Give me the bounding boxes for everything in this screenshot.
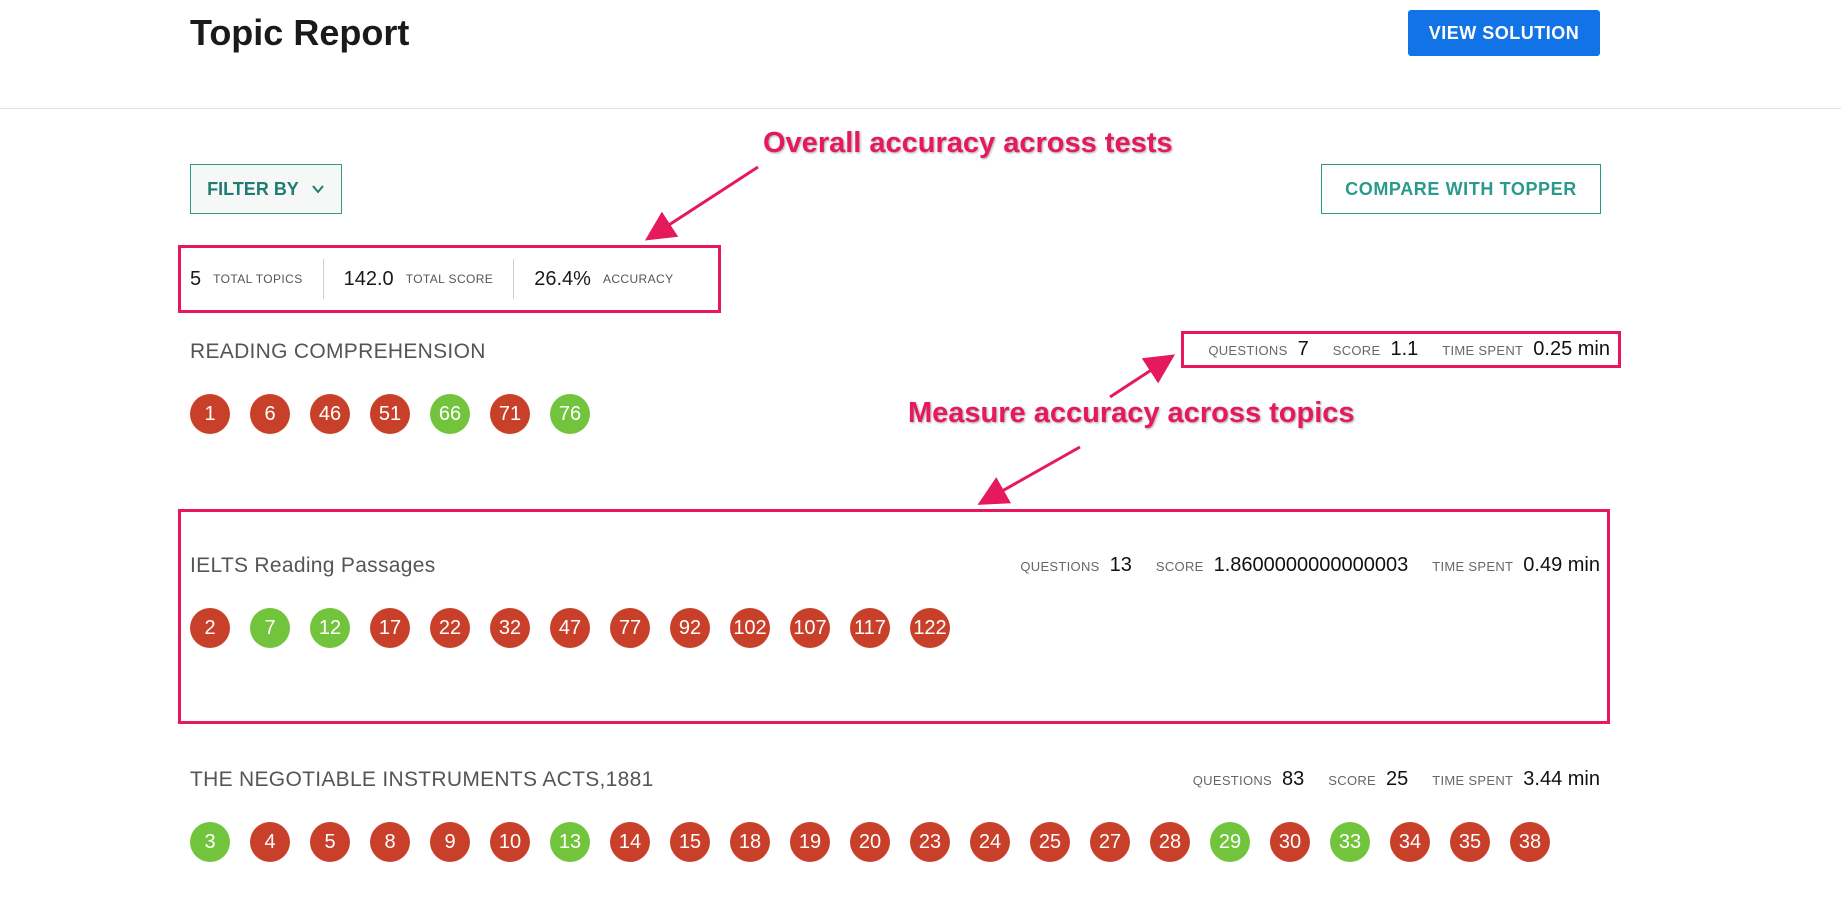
question-bubble[interactable]: 71	[490, 394, 530, 434]
topic-name: READING COMPREHENSION	[190, 340, 486, 363]
question-bubble[interactable]: 51	[370, 394, 410, 434]
question-bubble[interactable]: 19	[790, 822, 830, 862]
annotation-topics-text: Measure accuracy across topics	[908, 397, 1355, 429]
question-bubble[interactable]: 46	[310, 394, 350, 434]
compare-with-topper-button[interactable]: COMPARE WITH TOPPER	[1321, 164, 1601, 214]
time-spent-value: 3.44 min	[1523, 768, 1600, 790]
question-bubble[interactable]: 10	[490, 822, 530, 862]
question-bubble[interactable]: 4	[250, 822, 290, 862]
question-bubble[interactable]: 6	[250, 394, 290, 434]
question-bubble[interactable]: 8	[370, 822, 410, 862]
score-value: 25	[1386, 768, 1409, 790]
question-bubble[interactable]: 34	[1390, 822, 1430, 862]
score-label: SCORE	[1328, 773, 1377, 788]
question-list: 3 4 5 8 9 10 13 14 15 18 19 20 23 24 25 27 28 29 30 33 34 35 3…	[190, 822, 1550, 862]
question-bubble[interactable]: 23	[910, 822, 950, 862]
page-title: Topic Report	[190, 12, 410, 53]
arrow-to-summary	[644, 165, 759, 241]
annotation-box-topic	[178, 509, 1610, 724]
question-bubble[interactable]: 35	[1450, 822, 1490, 862]
topic-name: THE NEGOTIABLE INSTRUMENTS ACTS,1881	[190, 768, 654, 791]
question-bubble[interactable]: 14	[610, 822, 650, 862]
question-bubble[interactable]: 9	[430, 822, 470, 862]
question-bubble[interactable]: 25	[1030, 822, 1070, 862]
page-header: Topic Report VIEW SOLUTION	[0, 0, 1841, 109]
topic-meta: QUESTIONS 83 SCORE 25 TIME SPENT 3.44 mi…	[1193, 768, 1600, 791]
question-bubble[interactable]: 30	[1270, 822, 1310, 862]
annotation-box-topic-meta	[1181, 331, 1621, 368]
view-solution-button[interactable]: VIEW SOLUTION	[1408, 10, 1600, 56]
question-bubble[interactable]: 24	[970, 822, 1010, 862]
questions-label: QUESTIONS	[1192, 773, 1273, 788]
questions-value: 83	[1282, 768, 1305, 790]
chevron-down-icon	[312, 185, 324, 194]
arrow-to-topic-box	[977, 445, 1081, 505]
filter-by-button[interactable]: FILTER BY	[190, 164, 342, 214]
question-list: 1 6 46 51 66 71 76	[190, 394, 590, 434]
question-bubble[interactable]: 15	[670, 822, 710, 862]
question-bubble[interactable]: 20	[850, 822, 890, 862]
question-bubble[interactable]: 3	[190, 822, 230, 862]
annotation-overall-text: Overall accuracy across tests	[763, 127, 1173, 159]
question-bubble[interactable]: 29	[1210, 822, 1250, 862]
question-bubble[interactable]: 13	[550, 822, 590, 862]
question-bubble[interactable]: 76	[550, 394, 590, 434]
filter-by-label: FILTER BY	[207, 178, 299, 199]
annotation-box-overall	[178, 245, 721, 313]
question-bubble[interactable]: 5	[310, 822, 350, 862]
question-bubble[interactable]: 66	[430, 394, 470, 434]
question-bubble[interactable]: 27	[1090, 822, 1130, 862]
question-bubble[interactable]: 18	[730, 822, 770, 862]
time-spent-label: TIME SPENT	[1432, 773, 1514, 788]
question-bubble[interactable]: 33	[1330, 822, 1370, 862]
arrow-to-topic-meta	[1109, 354, 1176, 399]
question-bubble[interactable]: 28	[1150, 822, 1190, 862]
question-bubble[interactable]: 38	[1510, 822, 1550, 862]
question-bubble[interactable]: 1	[190, 394, 230, 434]
